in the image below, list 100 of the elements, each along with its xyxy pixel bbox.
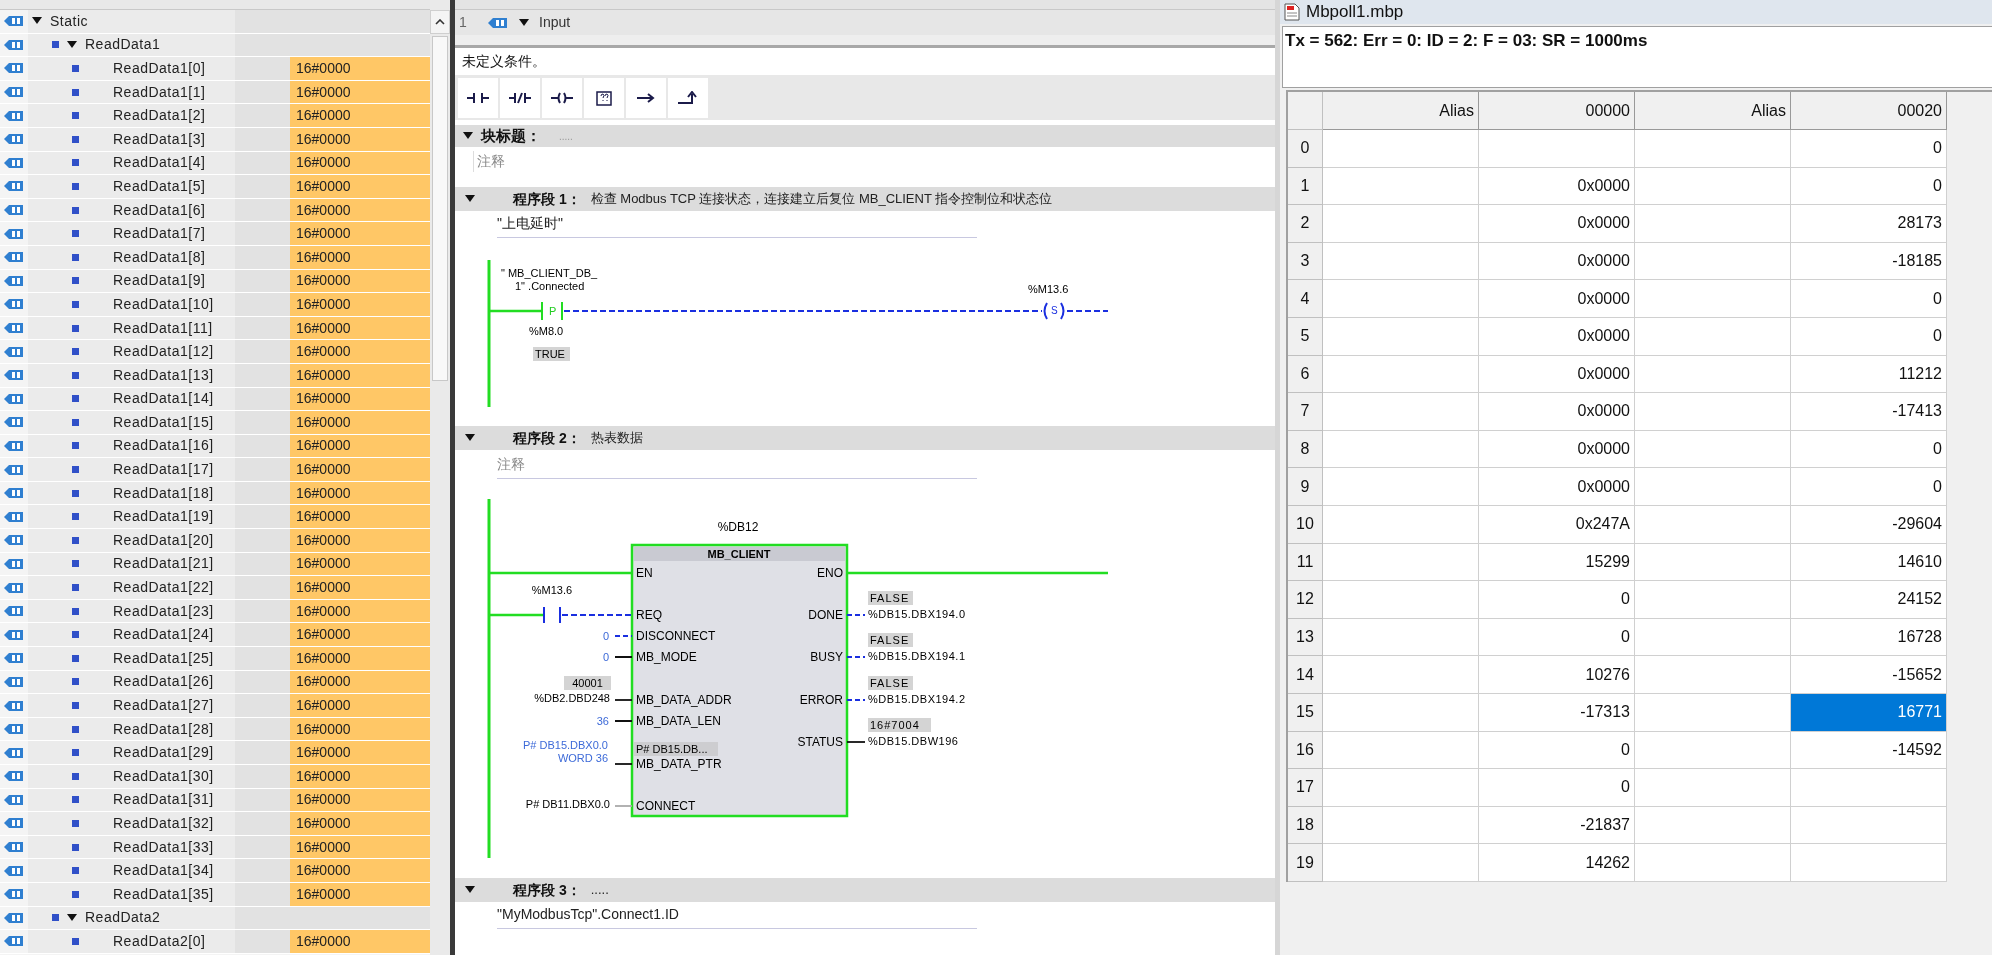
toolbar-button[interactable] — [500, 77, 540, 118]
row-header[interactable]: 11 — [1288, 543, 1323, 582]
row-header[interactable]: 6 — [1288, 355, 1323, 394]
name-cell[interactable]: ReadData1[25] — [28, 647, 235, 670]
function-block[interactable] — [630, 543, 849, 818]
name-cell[interactable]: ReadData1[12] — [28, 340, 235, 363]
register-cell[interactable]: 0x0000 — [1479, 355, 1635, 394]
scrollbar-thumb[interactable] — [432, 36, 448, 381]
name-cell[interactable]: ReadData1[11] — [28, 316, 235, 340]
expand-arrow-icon[interactable] — [463, 132, 473, 140]
name-cell[interactable]: ReadData1[17] — [28, 458, 235, 481]
register-cell[interactable]: 15299 — [1479, 543, 1635, 582]
register-cell[interactable]: 0x0000 — [1479, 167, 1635, 206]
register-cell[interactable]: -29604 — [1791, 505, 1947, 544]
toolbar-button[interactable] — [626, 77, 666, 118]
name-cell[interactable]: ReadData1[0] — [28, 57, 235, 80]
network-header-bar[interactable]: 程序段 2： 热表数据 — [455, 426, 1275, 450]
name-cell[interactable]: ReadData1[1] — [28, 80, 235, 104]
column-header[interactable]: 00000 — [1479, 92, 1635, 130]
expand-arrow-icon[interactable] — [465, 434, 475, 442]
name-cell[interactable]: ReadData1[16] — [28, 434, 235, 458]
row-header[interactable]: 1 — [1288, 167, 1323, 206]
name-cell[interactable]: ReadData1[5] — [28, 175, 235, 198]
name-cell[interactable]: ReadData1[20] — [28, 529, 235, 552]
expand-arrow-icon[interactable] — [519, 18, 529, 27]
register-cell[interactable]: 10276 — [1479, 656, 1635, 694]
name-cell[interactable]: ReadData2[0] — [28, 930, 235, 953]
name-cell[interactable]: ReadData1[31] — [28, 788, 235, 812]
name-cell[interactable]: ReadData1[14] — [28, 387, 235, 411]
register-cell[interactable]: 0x247A — [1479, 505, 1635, 544]
row-header[interactable]: 8 — [1288, 430, 1323, 469]
register-cell[interactable]: 11212 — [1791, 355, 1947, 394]
expand-arrow-icon[interactable] — [67, 913, 77, 922]
row-header[interactable]: 5 — [1288, 317, 1323, 356]
column-header[interactable]: Alias — [1635, 92, 1791, 130]
toolbar-button[interactable] — [542, 77, 582, 118]
name-cell[interactable]: ReadData1[7] — [28, 222, 235, 245]
name-cell[interactable]: ReadData1[23] — [28, 599, 235, 623]
register-cell[interactable]: 0 — [1791, 430, 1947, 469]
row-header[interactable]: 0 — [1288, 130, 1323, 168]
row-header[interactable]: 15 — [1288, 693, 1323, 732]
register-cell[interactable]: 0x0000 — [1479, 393, 1635, 431]
row-header[interactable]: 4 — [1288, 280, 1323, 318]
expand-arrow-icon[interactable] — [465, 886, 475, 894]
register-cell[interactable]: 0x0000 — [1479, 468, 1635, 506]
row-header[interactable]: 19 — [1288, 844, 1323, 882]
name-cell[interactable]: ReadData1[26] — [28, 670, 235, 694]
table-row[interactable]: 1 Input — [455, 10, 1275, 35]
row-header[interactable]: 10 — [1288, 505, 1323, 544]
name-cell[interactable]: ReadData1[35] — [28, 882, 235, 906]
name-cell[interactable]: ReadData1[8] — [28, 245, 235, 269]
register-cell[interactable]: 0x0000 — [1479, 280, 1635, 318]
toolbar-button[interactable] — [668, 77, 708, 118]
name-cell[interactable]: ReadData1[22] — [28, 576, 235, 599]
name-cell[interactable]: ReadData1[34] — [28, 859, 235, 882]
toolbar-button[interactable] — [584, 77, 624, 118]
register-cell[interactable]: 16771 — [1791, 693, 1947, 732]
row-header[interactable]: 13 — [1288, 618, 1323, 657]
register-cell[interactable]: -21837 — [1479, 806, 1635, 845]
register-cell[interactable]: 14262 — [1479, 844, 1635, 882]
name-cell[interactable]: ReadData1[15] — [28, 411, 235, 434]
register-cell[interactable]: 0 — [1791, 130, 1947, 168]
coil-symbol[interactable] — [1043, 302, 1065, 320]
name-cell[interactable]: ReadData1[28] — [28, 717, 235, 741]
row-header[interactable]: 16 — [1288, 731, 1323, 770]
register-cell[interactable]: -15652 — [1791, 656, 1947, 694]
network-header-bar[interactable]: 程序段 1： 检查 Modbus TCP 连接状态，连接建立后复位 MB_CLIENT 指令控制位和状态位 — [455, 187, 1275, 211]
register-cell[interactable]: 0 — [1791, 468, 1947, 506]
register-cell[interactable]: -17313 — [1479, 693, 1635, 732]
row-header[interactable]: 14 — [1288, 656, 1323, 694]
name-cell[interactable]: ReadData1 — [28, 33, 235, 57]
register-cell[interactable]: 0 — [1791, 167, 1947, 206]
name-cell[interactable]: ReadData1[18] — [28, 481, 235, 505]
name-cell[interactable]: ReadData1[2] — [28, 104, 235, 127]
name-cell[interactable]: ReadData1[24] — [28, 623, 235, 647]
register-cell[interactable]: 0 — [1791, 280, 1947, 318]
expand-arrow-icon[interactable] — [67, 40, 77, 49]
name-cell[interactable]: ReadData1[33] — [28, 835, 235, 859]
register-cell[interactable]: 0x0000 — [1479, 317, 1635, 356]
name-cell[interactable]: ReadData1[32] — [28, 812, 235, 835]
scroll-up-button[interactable] — [430, 10, 450, 34]
row-header[interactable]: 17 — [1288, 769, 1323, 807]
contact-symbol[interactable] — [543, 606, 561, 624]
register-cell[interactable]: 16728 — [1791, 618, 1947, 657]
name-cell[interactable]: ReadData1[30] — [28, 765, 235, 788]
name-cell[interactable]: ReadData2 — [28, 906, 235, 930]
register-cell[interactable]: 0 — [1791, 317, 1947, 356]
name-cell[interactable]: Static — [28, 10, 235, 33]
register-cell[interactable]: 0x0000 — [1479, 205, 1635, 243]
register-cell[interactable]: 14610 — [1791, 543, 1947, 582]
register-cell[interactable]: -17413 — [1791, 393, 1947, 431]
name-cell[interactable]: ReadData1[10] — [28, 293, 235, 316]
name-cell[interactable]: ReadData1[19] — [28, 505, 235, 529]
name-cell[interactable]: ReadData1[27] — [28, 694, 235, 717]
row-header[interactable]: 9 — [1288, 468, 1323, 506]
register-cell[interactable]: 0x0000 — [1479, 430, 1635, 469]
register-cell[interactable]: 0 — [1479, 618, 1635, 657]
row-header[interactable]: 18 — [1288, 806, 1323, 845]
row-header[interactable]: 3 — [1288, 242, 1323, 281]
register-cell[interactable]: 0x0000 — [1479, 242, 1635, 281]
